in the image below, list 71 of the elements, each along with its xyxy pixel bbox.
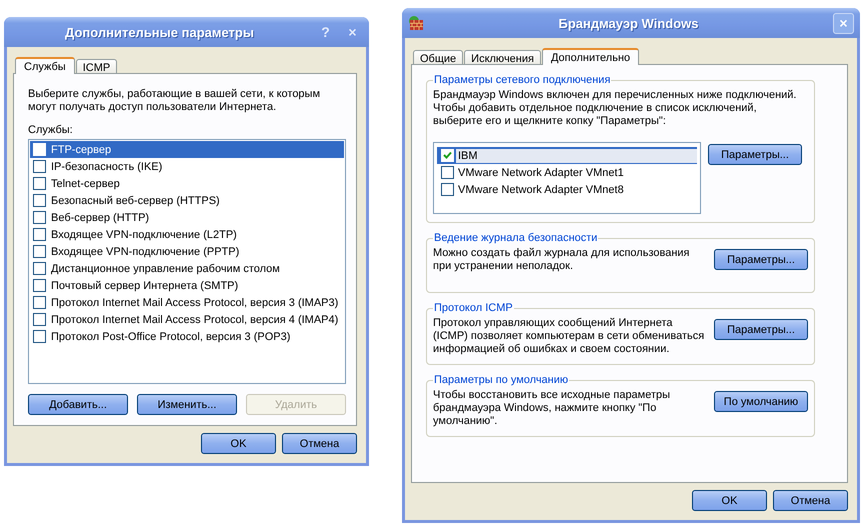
service-label: Входящее VPN-подключение (PPTP) bbox=[51, 246, 240, 258]
checkbox[interactable] bbox=[33, 211, 46, 224]
service-label: Веб-сервер (HTTP) bbox=[51, 212, 150, 224]
service-label: IP-безопасность (IKE) bbox=[51, 160, 162, 172]
service-item[interactable]: Безопасный веб-сервер (HTTPS) bbox=[30, 192, 344, 209]
connection-item[interactable]: IBM bbox=[437, 147, 697, 164]
service-item[interactable]: Дистанционное управление рабочим столом bbox=[30, 260, 344, 277]
service-item[interactable]: Входящее VPN-подключение (L2TP) bbox=[30, 226, 344, 243]
description-text: Протокол управляющих сообщений Интернета (ICMP) позволяет компьютерам в сети обмениваться информацией об ошибках и своем состоянии. bbox=[433, 317, 706, 356]
dialog-button[interactable]: OK bbox=[692, 490, 767, 511]
service-item[interactable]: Входящее VPN-подключение (PPTP) bbox=[30, 243, 344, 260]
window-title: Дополнительные параметры bbox=[64, 24, 255, 40]
description-text: Чтобы восстановить все исходные параметры брандмауэра Windows, нажмите кнопку "По умолчанию". bbox=[433, 389, 672, 428]
checkbox[interactable] bbox=[441, 166, 454, 179]
service-item[interactable]: Почтовый сервер Интернета (SMTP) bbox=[30, 277, 344, 294]
checkbox[interactable] bbox=[33, 177, 46, 190]
service-label: Telnet-сервер bbox=[51, 178, 120, 190]
service-label: Протокол Post-Office Protocol, версия 3 (POP3) bbox=[51, 330, 290, 342]
checkbox[interactable] bbox=[33, 262, 46, 275]
checkbox[interactable] bbox=[441, 183, 454, 196]
service-label: FTP-сервер bbox=[51, 144, 112, 156]
list-button[interactable]: Изменить... bbox=[137, 394, 237, 415]
settings-button[interactable]: По умолчанию bbox=[714, 391, 808, 412]
group-title: Параметры по умолчанию bbox=[433, 374, 570, 386]
group-title: Протокол ICMP bbox=[433, 302, 514, 314]
service-item[interactable]: Протокол Internet Mail Access Protocol, версия 3 (IMAP3) bbox=[30, 294, 344, 311]
settings-button[interactable]: Параметры... bbox=[714, 249, 808, 270]
checkbox[interactable] bbox=[33, 245, 46, 258]
service-label: Безопасный веб-сервер (HTTPS) bbox=[51, 194, 220, 206]
settings-button[interactable]: Параметры... bbox=[708, 144, 802, 165]
checkbox[interactable] bbox=[33, 330, 46, 343]
service-label: Входящее VPN-подключение (L2TP) bbox=[51, 228, 237, 240]
service-label: Дистанционное управление рабочим столом bbox=[51, 262, 280, 274]
list-button[interactable]: Добавить... bbox=[28, 394, 128, 415]
group-title: Параметры сетевого подключения bbox=[433, 74, 612, 86]
list-label: Службы: bbox=[28, 124, 74, 136]
tab[interactable]: Службы bbox=[15, 57, 75, 74]
group-title: Ведение журнала безопасности bbox=[433, 232, 598, 244]
service-item[interactable]: IP-безопасность (IKE) bbox=[30, 158, 344, 175]
description-text: Выберите службы, работающие в вашей сети, к которым могут получать доступ пользователи Интернета. bbox=[28, 88, 322, 114]
checkbox[interactable] bbox=[33, 313, 46, 326]
tab[interactable]: ICMP bbox=[76, 59, 118, 73]
tab[interactable]: Исключения bbox=[464, 50, 541, 64]
connection-item[interactable]: VMware Network Adapter VMnet1 bbox=[437, 164, 697, 181]
brick-wall-icon bbox=[408, 15, 424, 31]
checkbox[interactable] bbox=[33, 160, 46, 173]
settings-button[interactable]: Параметры... bbox=[714, 319, 808, 340]
service-item[interactable]: Протокол Internet Mail Access Protocol, версия 4 (IMAP4) bbox=[30, 311, 344, 328]
description-text: Можно создать файл журнала для использования при устранении неполадок. bbox=[433, 247, 691, 273]
service-label: Почтовый сервер Интернета (SMTP) bbox=[51, 280, 238, 292]
service-label: Протокол Internet Mail Access Protocol, версия 4 (IMAP4) bbox=[51, 314, 338, 326]
service-item[interactable]: Протокол Post-Office Protocol, версия 3 (POP3) bbox=[30, 328, 344, 345]
checkbox[interactable] bbox=[33, 279, 46, 292]
dialog-button[interactable]: OK bbox=[201, 433, 276, 454]
dialog-button[interactable]: Отмена bbox=[282, 433, 357, 454]
window-title: Брандмауэр Windows bbox=[557, 16, 700, 30]
connection-label: VMware Network Adapter VMnet1 bbox=[457, 166, 625, 180]
tab[interactable]: Общие bbox=[413, 50, 464, 64]
checkbox[interactable] bbox=[33, 228, 46, 241]
tab[interactable]: Дополнительно bbox=[542, 48, 640, 65]
dialog-button[interactable]: Отмена bbox=[773, 490, 848, 511]
service-item[interactable]: Telnet-сервер bbox=[30, 175, 344, 192]
connection-label: IBM bbox=[456, 148, 697, 162]
service-item[interactable]: Веб-сервер (HTTP) bbox=[30, 209, 344, 226]
connection-label: VMware Network Adapter VMnet8 bbox=[457, 182, 625, 196]
checkbox[interactable] bbox=[33, 296, 46, 309]
service-item[interactable]: FTP-сервер bbox=[30, 141, 344, 158]
connection-item[interactable]: VMware Network Adapter VMnet8 bbox=[437, 181, 697, 198]
service-label: Протокол Internet Mail Access Protocol, версия 3 (IMAP3) bbox=[51, 296, 338, 308]
checkbox[interactable] bbox=[33, 194, 46, 207]
description-text: Брандмауэр Windows включен для перечисленных ниже подключений. Чтобы добавить отдельное подключение в список исключений, выберите его и щелкните копку "Параметры": bbox=[433, 89, 798, 128]
